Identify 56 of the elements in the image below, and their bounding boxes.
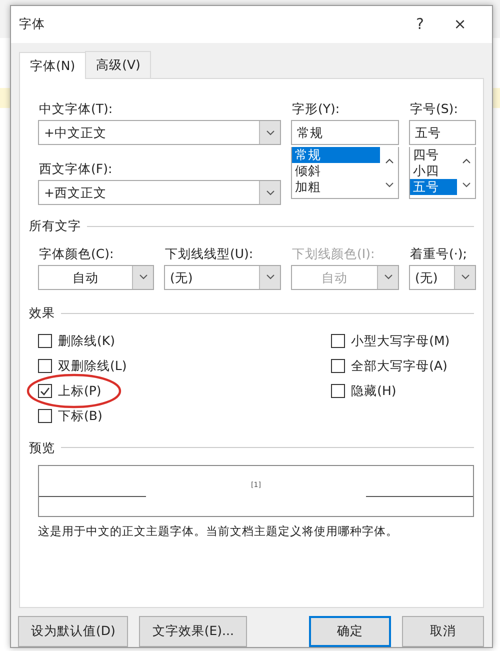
chevron-down-icon[interactable] — [259, 181, 280, 204]
list-option[interactable]: 小四 — [410, 163, 457, 179]
section-title: 预览 — [29, 438, 55, 456]
checkbox[interactable] — [38, 384, 52, 398]
chevron-down-icon[interactable] — [259, 266, 280, 289]
list-option[interactable]: 倾斜 — [292, 163, 380, 179]
chevron-down-icon[interactable] — [132, 266, 153, 289]
checkbox[interactable] — [331, 334, 346, 348]
window-title: 字体 — [19, 15, 45, 34]
chevron-down-icon[interactable] — [259, 121, 280, 144]
checkbox-label: 上标(P) — [58, 382, 102, 400]
field-label: 中文字体(T): — [39, 101, 114, 116]
checkbox[interactable] — [38, 359, 52, 373]
font-dropdown[interactable]: +中文正文 — [38, 120, 281, 145]
dropdown[interactable]: 自动 — [38, 264, 154, 290]
checkbox[interactable] — [331, 384, 346, 398]
checkbox-label: 双删除线(L) — [58, 356, 127, 375]
tab[interactable]: 字体(N) — [19, 52, 86, 79]
dialog-button[interactable]: 取消 — [402, 616, 484, 647]
checkbox[interactable] — [38, 334, 52, 348]
checkbox-label: 全部大写字母(A) — [351, 356, 448, 375]
section-title: 所有文字 — [29, 217, 81, 235]
list-option[interactable]: 常规 — [292, 147, 380, 163]
preview-description: 这是用于中文的正文主题字体。当前文档主题定义将使用哪种字体。 — [38, 523, 399, 540]
dialog-button[interactable]: 确定 — [309, 616, 391, 647]
checkbox-label: 小型大写字母(M) — [351, 332, 450, 350]
font-dropdown[interactable]: +西文正文 — [38, 180, 281, 205]
field-label: 字体颜色(C): — [39, 246, 115, 261]
field-label: 着重号(·); — [410, 246, 468, 261]
list-option[interactable]: 加粗 — [292, 179, 380, 195]
text-field[interactable]: 五号 — [409, 120, 476, 145]
dropdown: 自动 — [291, 264, 399, 290]
field-label: 字形(Y): — [292, 101, 341, 116]
chevron-down-icon[interactable] — [454, 266, 475, 289]
dialog-button[interactable]: 设为默认值(D) — [18, 616, 128, 647]
close-button[interactable]: × — [440, 13, 480, 36]
list-option[interactable]: 五号 — [410, 179, 457, 195]
field-label: 下划线线型(U): — [165, 246, 254, 261]
tab[interactable]: 高级(V) — [85, 51, 152, 79]
list-box[interactable]: 四号 小四 五号 — [409, 147, 476, 199]
dropdown[interactable]: (无) — [164, 264, 281, 290]
field-label: 下划线颜色(I): — [292, 246, 376, 261]
field-label: 字号(S): — [410, 101, 459, 116]
checkbox[interactable] — [331, 359, 346, 373]
checkbox-label: 隐藏(H) — [351, 382, 396, 400]
help-button[interactable]: ? — [400, 13, 440, 36]
checkbox-label: 删除线(K) — [58, 332, 115, 350]
field-label: 西文字体(F): — [39, 161, 114, 176]
checkbox-label: 下标(B) — [58, 406, 102, 425]
list-option[interactable]: 四号 — [410, 147, 457, 163]
dialog-button[interactable]: 文字效果(E)... — [139, 616, 247, 647]
text-field[interactable]: 常规 — [291, 120, 399, 145]
section-title: 效果 — [29, 304, 55, 322]
checkbox[interactable] — [38, 409, 52, 423]
dropdown[interactable]: (无) — [409, 264, 476, 290]
list-box[interactable]: 常规 倾斜 加粗 — [291, 147, 399, 199]
